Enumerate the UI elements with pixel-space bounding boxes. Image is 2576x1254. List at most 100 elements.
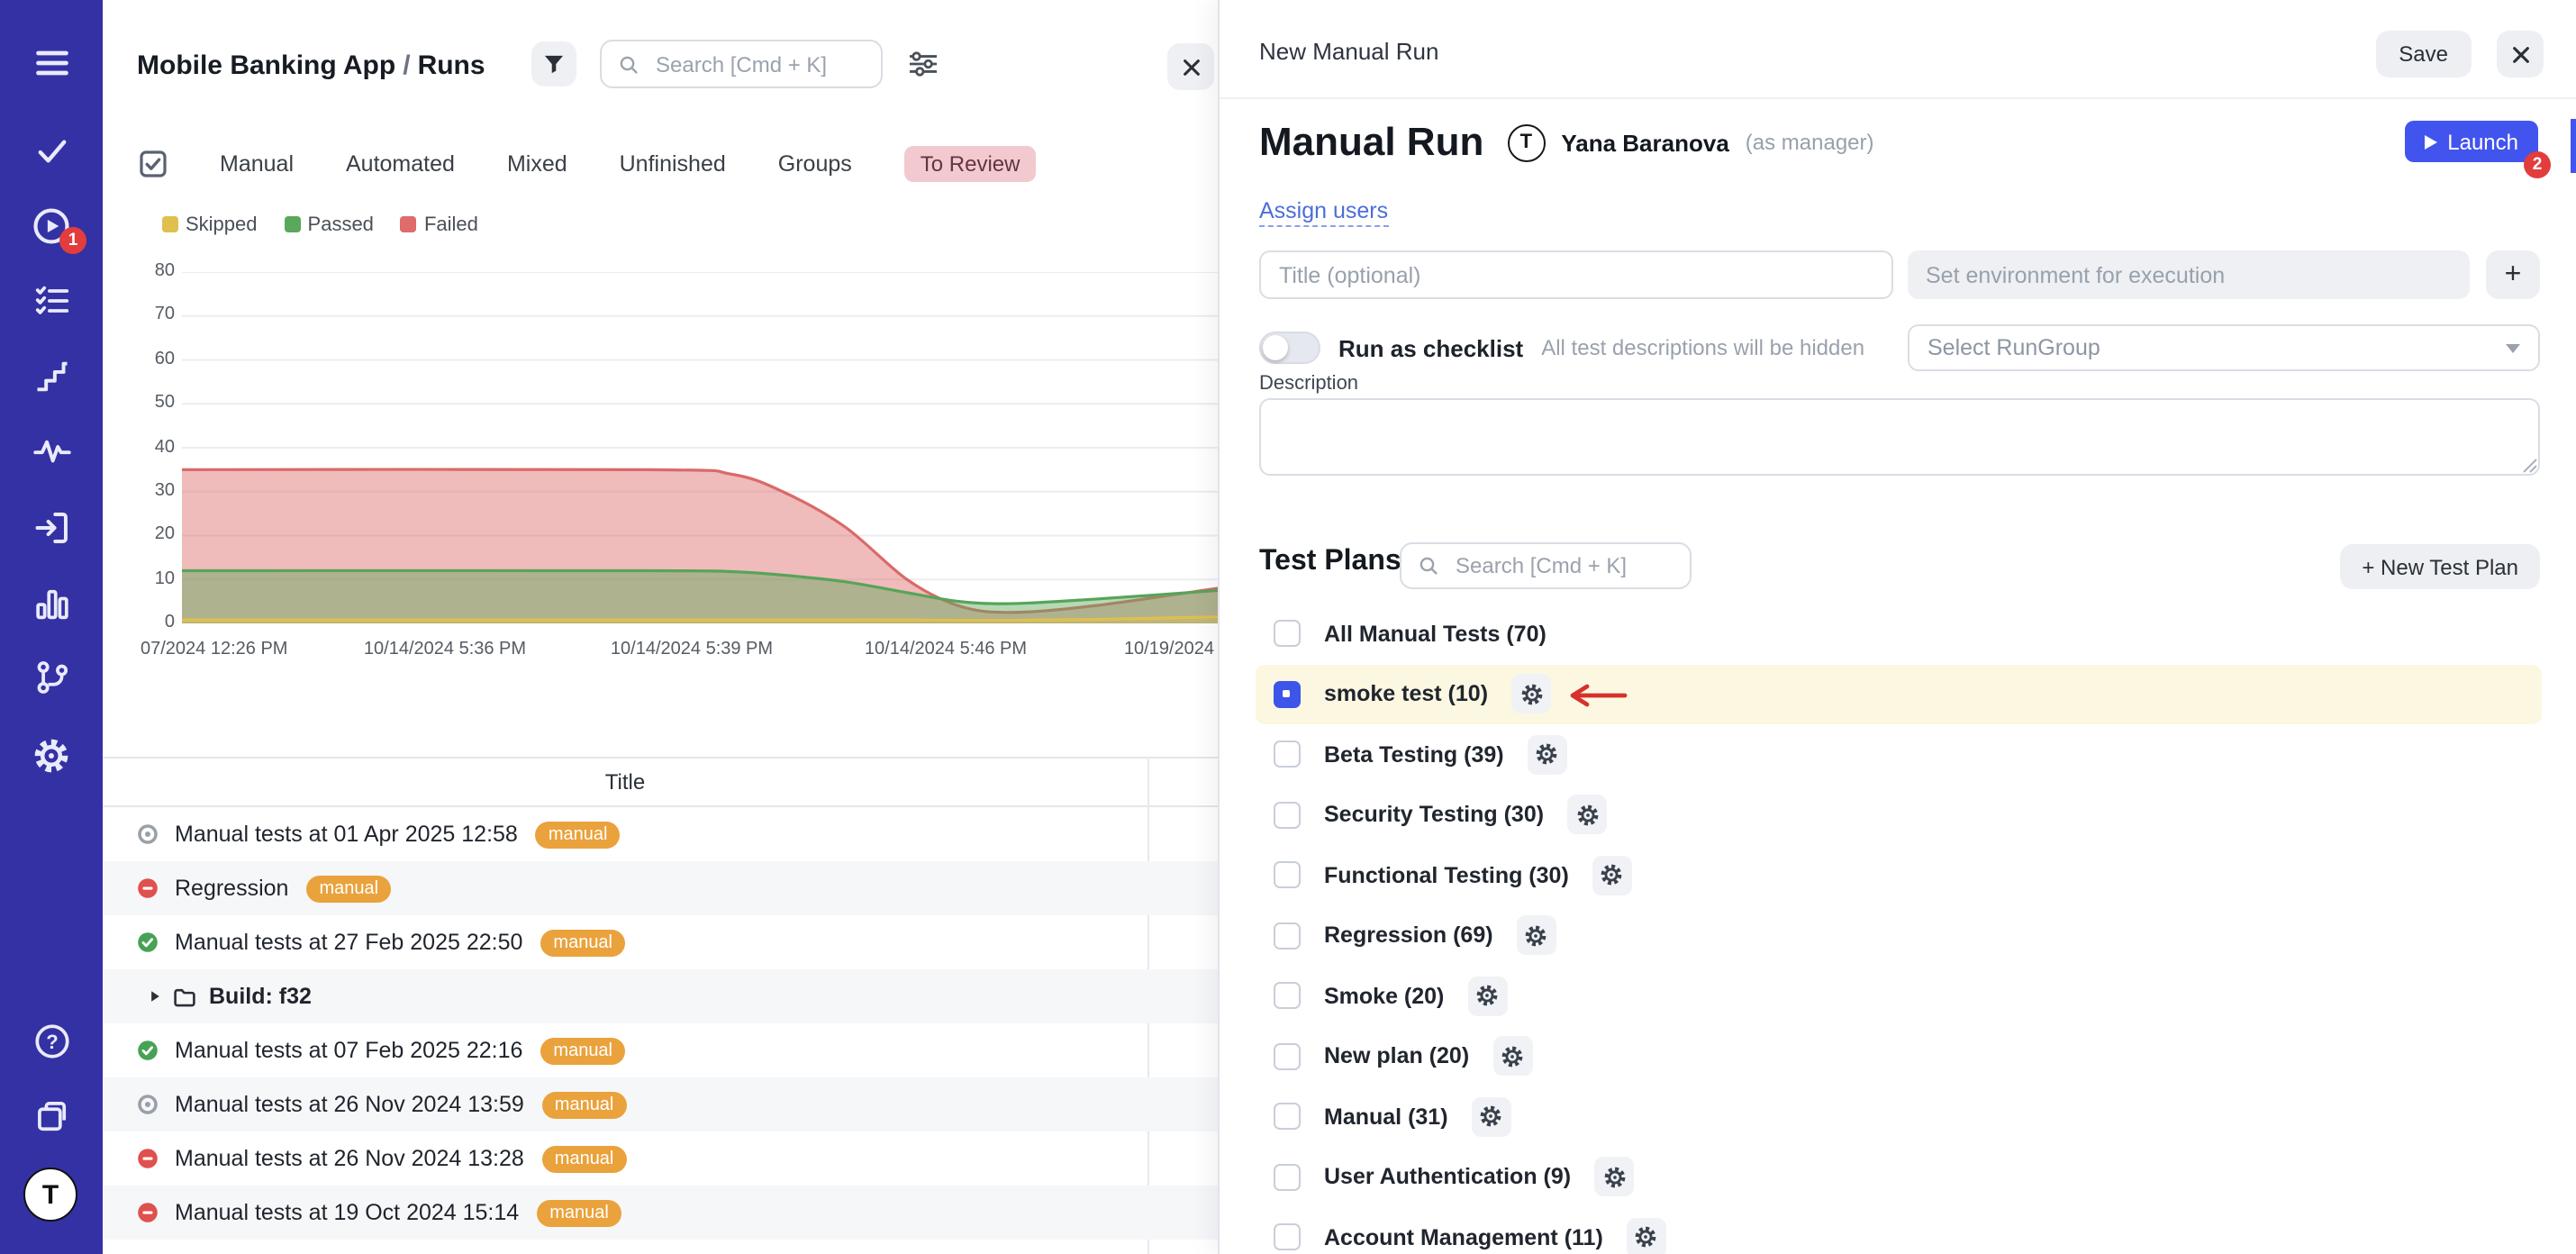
tab-groups[interactable]: Groups bbox=[778, 151, 852, 177]
table-row[interactable]: Manual tests at 27 Feb 2025 22:50 manual bbox=[103, 915, 1218, 969]
plan-checkbox[interactable] bbox=[1274, 802, 1301, 829]
plan-checkbox[interactable] bbox=[1274, 1164, 1301, 1191]
table-row[interactable]: Manual tests at 01 Apr 2025 12:58 manual bbox=[103, 807, 1218, 861]
legend-skipped-swatch bbox=[162, 216, 178, 232]
runs-search-input[interactable] bbox=[652, 50, 865, 78]
run-title-input[interactable] bbox=[1259, 250, 1893, 299]
login-icon[interactable] bbox=[0, 504, 103, 551]
tab-unfinished[interactable]: Unfinished bbox=[620, 151, 726, 177]
gear-icon[interactable] bbox=[0, 732, 103, 778]
pulse-icon[interactable] bbox=[0, 427, 103, 474]
tab-manual[interactable]: Manual bbox=[220, 151, 294, 177]
select-all-icon[interactable] bbox=[139, 150, 168, 178]
checklist-hint: All test descriptions will be hidden bbox=[1541, 335, 1864, 360]
test-plan-row[interactable]: All Manual Tests (70) bbox=[1256, 604, 2542, 664]
runs-chart-svg bbox=[182, 272, 1218, 623]
save-button[interactable]: Save bbox=[2375, 31, 2472, 77]
drawer-close-button[interactable] bbox=[2497, 31, 2544, 77]
status-skipped-icon bbox=[137, 823, 159, 845]
table-row[interactable]: Regression manual bbox=[103, 861, 1218, 915]
tab-automated[interactable]: Automated bbox=[346, 151, 455, 177]
plan-settings-button[interactable] bbox=[1528, 735, 1567, 775]
checklist-toggle[interactable] bbox=[1259, 332, 1320, 364]
test-plan-row[interactable]: Manual (31) bbox=[1256, 1086, 2542, 1147]
manual-badge: manual bbox=[306, 875, 391, 902]
bar-chart-icon[interactable] bbox=[0, 580, 103, 627]
test-plan-row-selected[interactable]: smoke test (10) bbox=[1256, 664, 2542, 724]
assign-users-link[interactable]: Assign users bbox=[1259, 198, 1388, 227]
test-plan-row[interactable]: Functional Testing (30) bbox=[1256, 845, 2542, 905]
runs-panel-close-button[interactable] bbox=[1167, 43, 1214, 90]
plan-checkbox[interactable] bbox=[1274, 983, 1301, 1010]
svg-text:?: ? bbox=[45, 1031, 57, 1053]
test-plan-row-partial[interactable]: Account Management (11) bbox=[1256, 1207, 2542, 1254]
plan-checkbox[interactable] bbox=[1274, 1043, 1301, 1070]
description-textarea[interactable] bbox=[1259, 398, 2540, 476]
plan-checkbox[interactable] bbox=[1274, 862, 1301, 889]
plan-checkbox[interactable] bbox=[1274, 922, 1301, 950]
test-plan-row[interactable]: Beta Testing (39) bbox=[1256, 724, 2542, 785]
plan-settings-button[interactable] bbox=[1492, 1037, 1532, 1077]
test-plan-row[interactable]: New plan (20) bbox=[1256, 1026, 2542, 1086]
rungroup-select[interactable]: Select RunGroup bbox=[1908, 324, 2540, 371]
user-avatar-logo[interactable]: T bbox=[23, 1168, 77, 1222]
steps-icon[interactable] bbox=[0, 353, 103, 400]
plan-checkbox[interactable] bbox=[1274, 1104, 1301, 1131]
gear-icon bbox=[1501, 1045, 1524, 1068]
plan-settings-button[interactable] bbox=[1627, 1218, 1666, 1254]
gear-icon bbox=[1602, 1166, 1626, 1189]
test-plans-search[interactable] bbox=[1400, 542, 1692, 589]
test-plan-row[interactable]: User Authentication (9) bbox=[1256, 1147, 2542, 1207]
red-arrow-annotation bbox=[1560, 682, 1628, 707]
expand-caret-icon[interactable] bbox=[148, 989, 162, 1004]
runs-search[interactable] bbox=[600, 40, 883, 88]
filter-settings-icon[interactable] bbox=[908, 50, 939, 77]
play-icon bbox=[2424, 134, 2436, 149]
table-row[interactable]: Manual tests at 26 Nov 2024 13:28 manual bbox=[103, 1131, 1218, 1186]
table-row[interactable]: Manual tests at 19 Oct 2024 15:14 manual bbox=[103, 1186, 1218, 1240]
add-environment-button[interactable]: + bbox=[2486, 250, 2540, 299]
plan-settings-button[interactable] bbox=[1472, 1097, 1511, 1137]
plan-checkbox[interactable] bbox=[1274, 1224, 1301, 1251]
plan-settings-button[interactable] bbox=[1467, 977, 1507, 1016]
launch-button[interactable]: Launch bbox=[2404, 121, 2538, 162]
breadcrumb-project[interactable]: Mobile Banking App bbox=[137, 50, 395, 81]
environment-input[interactable] bbox=[1908, 250, 2470, 299]
branch-icon[interactable] bbox=[0, 654, 103, 701]
plan-checkbox[interactable] bbox=[1274, 621, 1301, 648]
help-icon[interactable]: ? bbox=[0, 1018, 103, 1065]
tab-mixed[interactable]: Mixed bbox=[507, 151, 567, 177]
new-test-plan-button[interactable]: + New Test Plan bbox=[2340, 544, 2540, 589]
play-icon[interactable]: 1 bbox=[0, 202, 103, 249]
projects-icon[interactable] bbox=[0, 1094, 103, 1140]
owner-role: (as manager) bbox=[1746, 130, 1874, 155]
runs-chart bbox=[182, 272, 1218, 623]
plan-settings-button[interactable] bbox=[1517, 916, 1556, 956]
table-row[interactable]: Manual tests at 07 Feb 2025 22:16 manual bbox=[103, 1023, 1218, 1077]
test-plan-row[interactable]: Regression (69) bbox=[1256, 905, 2542, 966]
drawer-title: New Manual Run bbox=[1259, 38, 1438, 65]
test-plan-row[interactable]: Security Testing (30) bbox=[1256, 785, 2542, 845]
check-icon[interactable] bbox=[0, 128, 103, 175]
breadcrumb-page[interactable]: Runs bbox=[418, 50, 485, 81]
filter-button[interactable] bbox=[531, 41, 576, 86]
plan-settings-button[interactable] bbox=[1567, 795, 1607, 835]
table-row-folder[interactable]: Build: f32 bbox=[103, 969, 1218, 1023]
plan-checkbox[interactable] bbox=[1274, 741, 1301, 768]
folder-icon bbox=[173, 985, 196, 1008]
menu-icon[interactable] bbox=[0, 40, 103, 86]
plan-settings-button[interactable] bbox=[1592, 856, 1632, 895]
run-title-row: Manual Run T Yana Baranova (as manager) bbox=[1259, 115, 1874, 169]
close-icon bbox=[1181, 57, 1201, 77]
plan-checkbox-checked[interactable] bbox=[1274, 681, 1301, 708]
test-plan-row[interactable]: Smoke (20) bbox=[1256, 966, 2542, 1026]
edge-accent bbox=[2571, 119, 2576, 173]
test-plans-search-input[interactable] bbox=[1452, 551, 1673, 580]
tab-to-review[interactable]: To Review bbox=[904, 146, 1037, 182]
table-row[interactable]: Manual tests at 26 Nov 2024 13:59 manual bbox=[103, 1077, 1218, 1131]
status-passed-icon bbox=[137, 1040, 159, 1061]
plan-settings-button[interactable] bbox=[1594, 1158, 1634, 1197]
plan-settings-button[interactable] bbox=[1511, 675, 1551, 714]
runs-list-icon[interactable] bbox=[0, 277, 103, 324]
app-screen: 1 bbox=[0, 0, 2576, 1254]
